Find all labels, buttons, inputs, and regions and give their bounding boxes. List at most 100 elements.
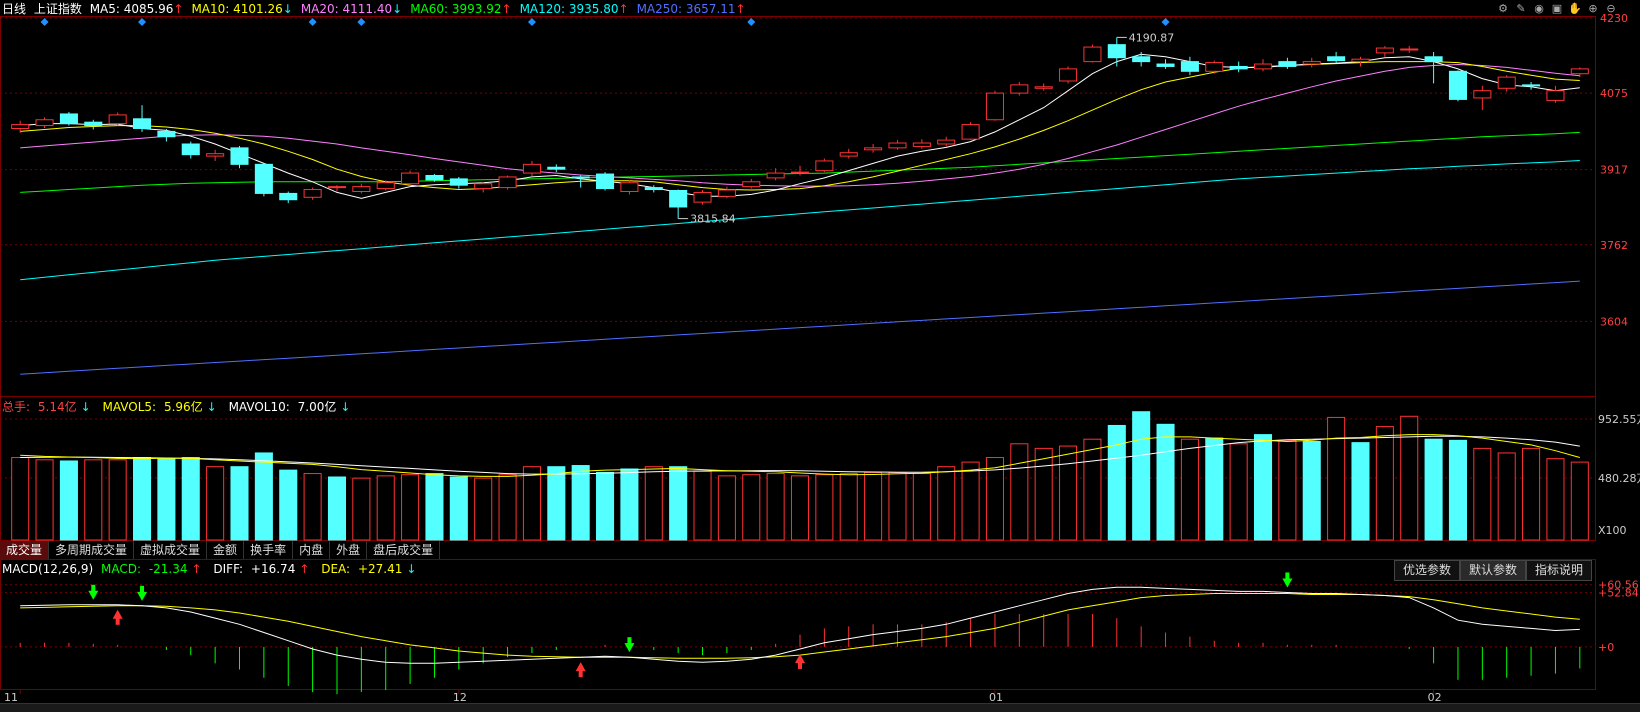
tab-volume[interactable]: 成交量 xyxy=(0,541,50,559)
tab-turnover[interactable]: 换手率 xyxy=(244,541,294,559)
ma-legend-arrow: ↓ xyxy=(392,2,403,16)
macd-value: -21.34 xyxy=(148,562,188,576)
candle-body xyxy=(912,142,931,147)
volume-bar xyxy=(254,452,273,541)
tab-multi-period-volume[interactable]: 多周期成交量 xyxy=(49,541,135,559)
macd-arrow: ↑ xyxy=(191,562,202,576)
volume-bar xyxy=(1253,434,1273,541)
candle-body xyxy=(59,113,78,125)
ma5-line xyxy=(20,53,1580,199)
buy-signal-arrow xyxy=(112,609,123,619)
volume-bar xyxy=(401,474,420,541)
sell-signal-arrow-stem xyxy=(91,584,96,592)
volume-bar xyxy=(790,475,810,541)
zoom-in-icon[interactable]: ⊕ xyxy=(1586,1,1600,15)
volume-bar xyxy=(596,471,615,541)
candle-body xyxy=(1351,58,1370,63)
candle-body xyxy=(864,147,883,151)
volume-bar xyxy=(669,466,688,541)
candle-body xyxy=(474,183,493,190)
volume-bar xyxy=(1156,423,1175,541)
sell-signal-arrow-stem xyxy=(627,637,632,645)
zoom-out-icon[interactable]: ⊖ xyxy=(1604,1,1618,15)
sell-signal-arrow-stem xyxy=(1285,572,1290,580)
price-tick-label: 4075 xyxy=(1600,87,1628,100)
macd-legend: MACD(12,26,9) MACD: -21.34 ↑ DIFF: +16.74… xyxy=(2,561,424,577)
event-marker xyxy=(308,18,317,26)
candle-body xyxy=(742,181,761,188)
tab-virtual-volume[interactable]: 虚拟成交量 xyxy=(134,541,208,559)
volume-bar xyxy=(303,473,322,541)
volume-bar xyxy=(1546,458,1565,541)
macd-tick-label: +0 xyxy=(1598,641,1614,654)
annotation-label: 3815.84 xyxy=(690,213,736,226)
settings-icon[interactable]: ⚙ xyxy=(1496,1,1510,15)
volume-bar xyxy=(1327,416,1346,541)
mavol5-value: 5.96亿 xyxy=(163,400,203,414)
tab-amount[interactable]: 金额 xyxy=(207,541,245,559)
hand-icon[interactable]: ✋ xyxy=(1568,1,1582,15)
volume-bar xyxy=(1473,447,1492,541)
volume-bar xyxy=(839,473,858,541)
candle-body xyxy=(1083,46,1102,63)
ma-legend-item: MA120: 3935.80↑ xyxy=(519,2,629,16)
candle-body xyxy=(1546,90,1565,101)
dea-label: DEA: xyxy=(321,562,351,576)
stock-chart[interactable]: 423040753917376236044190.873815.84952.55… xyxy=(0,0,1640,711)
candle-body xyxy=(11,124,30,129)
volume-bar xyxy=(766,473,785,541)
period-label[interactable]: 日线 xyxy=(2,2,26,16)
volume-bar xyxy=(815,474,834,541)
tab-after-hours[interactable]: 盘后成交量 xyxy=(367,541,441,559)
volume-bar xyxy=(1083,438,1102,541)
volume-bar xyxy=(1034,447,1053,541)
candle-body xyxy=(1522,84,1541,87)
candle-body xyxy=(327,186,347,189)
volume-bar xyxy=(352,477,371,541)
volume-bar xyxy=(1448,439,1467,541)
candle-body xyxy=(1302,61,1321,65)
event-marker xyxy=(527,18,536,26)
save-icon[interactable]: ▣ xyxy=(1550,1,1564,15)
candle-body xyxy=(1034,86,1053,89)
volume-bar xyxy=(133,457,152,541)
volume-bar xyxy=(230,466,249,541)
default-params-button[interactable]: 默认参数 xyxy=(1459,560,1526,581)
draw-icon[interactable]: ✎ xyxy=(1514,1,1528,15)
candle-body xyxy=(303,189,322,198)
eye-icon[interactable]: ◉ xyxy=(1532,1,1546,15)
indicator-help-button[interactable]: 指标说明 xyxy=(1525,560,1592,581)
candle-body xyxy=(571,176,590,179)
volume-bar xyxy=(717,475,736,541)
tab-outer[interactable]: 外盘 xyxy=(330,541,368,559)
candle-body xyxy=(376,182,395,190)
volume-bar xyxy=(206,466,225,541)
candle-body xyxy=(1107,44,1126,59)
candle-body xyxy=(961,124,980,140)
event-marker xyxy=(1161,18,1170,26)
optimal-params-button[interactable]: 优选参数 xyxy=(1393,560,1460,581)
candle-body xyxy=(401,172,420,185)
candle-body xyxy=(985,92,1004,121)
total-arrow: ↓ xyxy=(80,400,91,414)
candle-body xyxy=(596,173,615,190)
candle-body xyxy=(620,182,639,192)
volume-bar xyxy=(1132,411,1151,541)
candle-body xyxy=(888,142,907,149)
volume-bar xyxy=(1351,442,1370,541)
volume-bar xyxy=(571,465,590,541)
tab-inner[interactable]: 内盘 xyxy=(293,541,331,559)
volume-tabs: 成交量 多周期成交量 虚拟成交量 金额 换手率 内盘 外盘 盘后成交量 xyxy=(0,541,441,560)
ma250-line xyxy=(20,280,1580,375)
candle-body xyxy=(108,114,127,125)
candle-body xyxy=(1375,47,1394,54)
candle-body xyxy=(1278,61,1297,67)
candlesticks xyxy=(11,37,1589,219)
ma-legend-item: MA20: 4111.40↓ xyxy=(300,2,403,16)
candle-body xyxy=(522,163,541,174)
volume-bars xyxy=(11,411,1589,541)
ma-legend-item: MA5: 4085.96↑ xyxy=(89,2,184,16)
volume-bar xyxy=(84,459,103,541)
volume-unit-label: X100 xyxy=(1598,524,1627,537)
candle-body xyxy=(937,139,956,145)
